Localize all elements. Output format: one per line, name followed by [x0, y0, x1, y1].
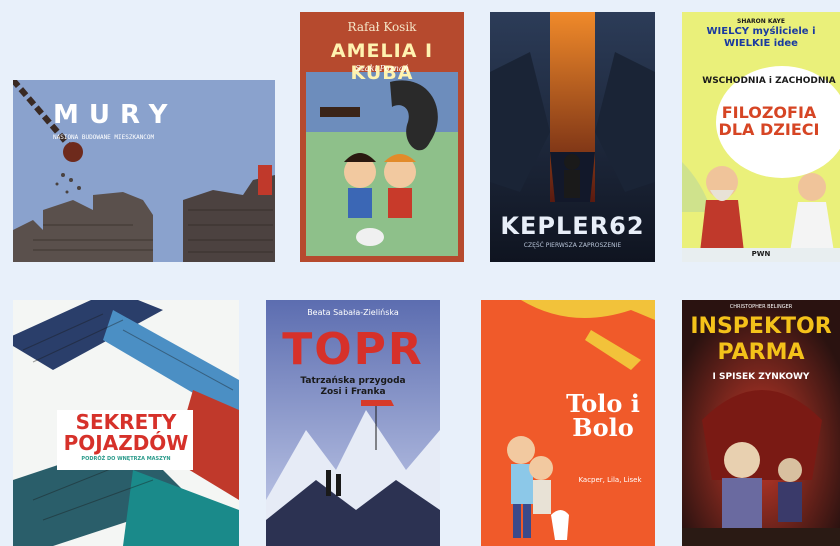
filozofia-author: SHARON KAYE	[737, 18, 785, 25]
sekrety-subtitle: PODRÓŻ DO WNĘTRZA MASZYN	[81, 456, 171, 462]
book-cover-inspektor-parma[interactable]: CHRISTOPHER BELINGER INSPEKTOR PARMA I S…	[682, 300, 840, 546]
topr-author: Beata Sabała-Zielińska	[307, 308, 399, 317]
filozofia-subtitle: WSCHODNIA i ZACHODNIA	[702, 76, 836, 86]
parma-author: CHRISTOPHER BELINGER	[729, 304, 793, 310]
book-cover-topr[interactable]: Beata Sabała-Zielińska TOPR Tatrzańska p…	[266, 300, 440, 546]
amelia-title: AMELIA I KUBA	[330, 40, 434, 84]
kepler-title: KEPLER62	[500, 212, 645, 240]
parma-subtitle: I SPISEK ZYNKOWY	[712, 372, 810, 382]
tolo-subtitle: Kacper, Lila, Lisek	[578, 476, 642, 484]
amelia-author: Rafał Kosik	[347, 20, 417, 34]
sekrety-title: SEKRETY POJAZDÓW	[63, 410, 189, 455]
book-cover-kepler62[interactable]: KEPLER62 CZĘŚĆ PIERWSZA ZAPROSZENIE	[490, 12, 655, 262]
mury-title: MURY	[53, 100, 178, 130]
filozofia-publisher: PWN	[751, 250, 771, 258]
topr-subtitle: Tatrzańska przygoda Zosi i Franka	[300, 376, 406, 397]
book-cover-filozofia-dla-dzieci[interactable]: SHARON KAYE WIELCY myśliciele i WIELKIE …	[682, 12, 840, 262]
book-cover-amelia-i-kuba[interactable]: Rafał Kosik AMELIA I KUBA Szaki Poznań	[300, 12, 464, 262]
filozofia-title: FILOZOFIA DLA DZIECI	[718, 103, 820, 139]
book-cover-sekrety-pojazdow[interactable]: SEKRETY POJAZDÓW PODRÓŻ DO WNĘTRZA MASZY…	[13, 300, 239, 546]
tolo-title: Tolo i Bolo	[566, 389, 640, 442]
book-cover-tolo-i-bolo[interactable]: Tolo i Bolo Kacper, Lila, Lisek	[481, 300, 655, 546]
amelia-subtitle: Szaki Poznań	[355, 64, 409, 73]
filozofia-series: WIELCY myśliciele i WIELKIE idee	[706, 26, 816, 49]
topr-title: TOPR	[282, 324, 424, 375]
book-cover-mury[interactable]: MURY NASIONA BUDOWANE MIESZKANCOM	[13, 80, 275, 262]
kepler-subtitle: CZĘŚĆ PIERWSZA ZAPROSZENIE	[523, 242, 622, 249]
mury-subtitle: NASIONA BUDOWANE MIESZKANCOM	[53, 134, 155, 141]
parma-title: INSPEKTOR PARMA	[690, 314, 832, 365]
